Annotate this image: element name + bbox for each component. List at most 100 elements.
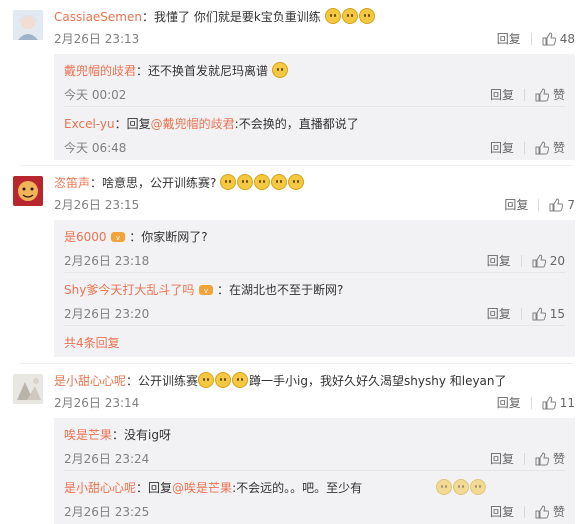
- thumbs-up-icon: [532, 307, 546, 321]
- like-button[interactable]: 赞: [535, 139, 565, 157]
- reply-text: 没有ig呀: [124, 428, 171, 442]
- like-count: 20: [549, 254, 565, 268]
- comment-username[interactable]: CassiaeSemen: [54, 10, 142, 24]
- reply-prefix: 回复: [148, 481, 173, 495]
- like-button[interactable]: 7: [549, 196, 575, 214]
- reply-text: :不会换的，直播都说了: [234, 117, 359, 131]
- reply-button[interactable]: 回复: [490, 503, 514, 521]
- sad-emoji-icon: [341, 8, 358, 24]
- avatar[interactable]: [13, 176, 43, 206]
- avatar[interactable]: [13, 10, 43, 40]
- like-label: 赞: [552, 88, 565, 102]
- divider: [523, 89, 525, 101]
- reply-button[interactable]: 回复: [497, 394, 521, 412]
- comment-username[interactable]: 是小甜心心呢: [54, 374, 126, 388]
- comment-date: 2月26日 23:15: [54, 198, 140, 212]
- grin-emoji-icon: [452, 479, 469, 495]
- reply-text: 在湖北也不至于断网?: [229, 283, 344, 297]
- reply-date: 今天 00:02: [64, 88, 127, 102]
- reply-button[interactable]: 回复: [497, 30, 521, 48]
- reply-date: 2月26日 23:20: [64, 307, 150, 321]
- reply-button[interactable]: 回复: [490, 139, 514, 157]
- svg-text:v: v: [204, 287, 208, 295]
- thumbs-up-icon: [535, 452, 549, 466]
- grin-emoji-icon: [237, 174, 254, 190]
- like-label: 赞: [552, 505, 565, 519]
- reply-button[interactable]: 回复: [490, 86, 514, 104]
- reply-username[interactable]: 唉是芒果: [64, 428, 112, 442]
- comment-date: 2月26日 23:13: [54, 32, 140, 46]
- comment-username[interactable]: 恣笛声: [54, 176, 90, 190]
- reply-date: 2月26日 23:24: [64, 452, 150, 466]
- reply-button[interactable]: 回复: [487, 305, 511, 323]
- reply-button[interactable]: 回复: [487, 252, 511, 270]
- grin-emoji-icon: [435, 479, 452, 495]
- reply-list: 戴兜帽的歧君：还不换首发就尼玛离谱 今天 00:02 回复 赞 Excel-yu…: [54, 54, 575, 160]
- like-label: 赞: [552, 452, 565, 466]
- thumbs-up-icon: [542, 396, 556, 410]
- divider: [520, 255, 522, 267]
- thumbs-up-icon: [535, 88, 549, 102]
- grin-emoji-icon: [469, 479, 486, 495]
- comment-meta: 2月26日 23:15 回复 7: [54, 196, 575, 214]
- thumbs-up-icon: [542, 32, 556, 46]
- reply-username[interactable]: 戴兜帽的歧君: [64, 64, 136, 78]
- crying-emoji-icon: [215, 372, 232, 388]
- reply-list: 是6000 v ：你家断网了? 2月26日 23:18 回复 20 Shy爹今天…: [54, 220, 575, 357]
- grin-emoji-icon: [288, 174, 305, 190]
- like-button[interactable]: 赞: [535, 450, 565, 468]
- divider: [523, 142, 525, 154]
- comment-body: CassiaeSemen：我懂了 你们就是要k宝负重训练: [54, 8, 575, 26]
- reply-username[interactable]: Shy爹今天打大乱斗了吗: [64, 283, 194, 297]
- divider: [530, 397, 532, 409]
- comment-meta: 2月26日 23:13 回复 48: [54, 30, 575, 48]
- smirk-emoji-icon: [271, 62, 288, 78]
- reply-username[interactable]: Excel-yu: [64, 117, 115, 131]
- grin-emoji-icon: [254, 174, 271, 190]
- reply-item: 唉是芒果：没有ig呀 2月26日 23:24 回复 赞: [64, 418, 565, 471]
- like-label: 赞: [552, 141, 565, 155]
- like-button[interactable]: 11: [542, 394, 575, 412]
- reply-username[interactable]: 是6000: [64, 230, 107, 244]
- reply-item: Excel-yu：回复@戴兜帽的歧君:不会换的，直播都说了 今天 06:48 回…: [64, 117, 565, 157]
- like-button[interactable]: 赞: [535, 86, 565, 104]
- reply-text: 还不换首发就尼玛离谱: [148, 64, 269, 78]
- reply-date: 今天 06:48: [64, 141, 127, 155]
- comment-text: 公开训练赛: [138, 374, 199, 388]
- vip-badge-icon: v: [199, 285, 214, 295]
- reply-item: 是小甜心心呢：回复@唉是芒果:不会远的。。吧。至少有 2月26日 23:25 回…: [64, 479, 565, 521]
- grin-emoji-icon: [271, 174, 288, 190]
- thumbs-up-icon: [535, 141, 549, 155]
- divider: [538, 199, 540, 211]
- more-replies-link[interactable]: 共4条回复: [64, 334, 120, 351]
- reply-mention[interactable]: @戴兜帽的歧君: [151, 117, 235, 131]
- comment-text: 我懂了 你们就是要k宝负重训练: [154, 10, 321, 24]
- thumbs-up-icon: [535, 505, 549, 519]
- reply-date: 2月26日 23:18: [64, 254, 150, 268]
- like-count: 11: [559, 396, 575, 410]
- crying-emoji-icon: [198, 372, 215, 388]
- reply-button[interactable]: 回复: [504, 196, 528, 214]
- reply-prefix: 回复: [126, 117, 151, 131]
- divider: [530, 33, 532, 45]
- reply-mention[interactable]: @唉是芒果: [172, 481, 232, 495]
- avatar[interactable]: [13, 374, 43, 404]
- comment: 是小甜心心呢：公开训练赛 蹲一手小ig，我好久好久渴望shyshy 和leyan了…: [0, 364, 585, 524]
- like-button[interactable]: 15: [532, 305, 565, 323]
- reply-text: 你家断网了?: [141, 230, 208, 244]
- like-button[interactable]: 48: [542, 30, 575, 48]
- reply-username[interactable]: 是小甜心心呢: [64, 481, 136, 495]
- divider: [520, 308, 522, 320]
- like-button[interactable]: 20: [532, 252, 565, 270]
- reply-button[interactable]: 回复: [490, 450, 514, 468]
- thumbs-up-icon: [532, 254, 546, 268]
- reply-item: 是6000 v ：你家断网了? 2月26日 23:18 回复 20: [64, 220, 565, 273]
- reply-list: 唉是芒果：没有ig呀 2月26日 23:24 回复 赞 是小甜心心呢：回复@唉是…: [54, 418, 575, 524]
- reply-item: 戴兜帽的歧君：还不换首发就尼玛离谱 今天 00:02 回复 赞: [64, 54, 565, 107]
- like-button[interactable]: 赞: [535, 503, 565, 521]
- comment-body: 是小甜心心呢：公开训练赛 蹲一手小ig，我好久好久渴望shyshy 和leyan了: [54, 372, 507, 388]
- grin-emoji-icon: [220, 174, 237, 190]
- reply-text: :不会远的。。吧。至少有: [232, 481, 363, 495]
- reply-date: 2月26日 23:25: [64, 505, 150, 519]
- like-count: 7: [567, 198, 575, 212]
